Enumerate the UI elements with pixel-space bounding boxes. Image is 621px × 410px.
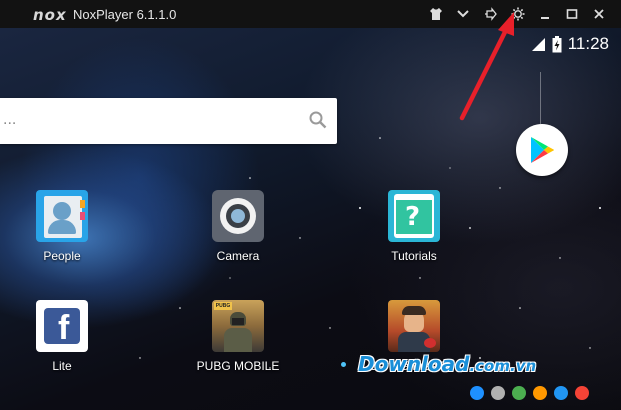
watermark-dot: [512, 386, 526, 400]
pubg-icon: PUBG: [212, 300, 264, 352]
maximize-icon: [566, 9, 578, 19]
signal-icon: [531, 38, 545, 51]
watermark-domain: .com.vn: [469, 357, 537, 375]
watermark-name: Download: [358, 352, 470, 376]
maximize-button[interactable]: [561, 3, 583, 25]
pin-icon: [485, 7, 497, 21]
minimize-button[interactable]: [534, 3, 556, 25]
nox-logo: nox: [33, 6, 67, 24]
window-title: NoxPlayer 6.1.1.0: [73, 7, 177, 22]
chevron-down-icon: [457, 10, 469, 18]
app-camera[interactable]: Camera: [193, 190, 283, 263]
play-store-icon: [531, 137, 554, 163]
close-button[interactable]: [588, 3, 610, 25]
app-people[interactable]: People: [17, 190, 107, 263]
dropdown-button[interactable]: [452, 3, 474, 25]
app-label: Tutorials: [391, 249, 437, 263]
search-icon[interactable]: [309, 111, 327, 129]
notification-line: [540, 72, 541, 124]
contacts-icon: [36, 190, 88, 242]
watermark-dot: [470, 386, 484, 400]
google-search-bar[interactable]: ...: [0, 98, 337, 144]
settings-button[interactable]: [507, 3, 529, 25]
theme-button[interactable]: [425, 3, 447, 25]
tutorials-icon: ?: [388, 190, 440, 242]
app-label: PUBG MOBILE: [196, 359, 280, 373]
app-tutorials[interactable]: ? Tutorials: [369, 190, 459, 263]
gear-icon: [511, 7, 525, 21]
facebook-icon: f: [36, 300, 88, 352]
watermark-dot: [491, 386, 505, 400]
app-lite[interactable]: f Lite: [17, 300, 107, 373]
battery-charging-icon: [552, 35, 562, 52]
watermark-dots: [470, 386, 589, 400]
status-bar: 11:28: [530, 34, 609, 54]
camera-icon: [212, 190, 264, 242]
close-icon: [594, 9, 604, 19]
app-label: Camera: [216, 249, 260, 263]
pin-button[interactable]: [480, 3, 502, 25]
app-pubg-mobile[interactable]: PUBG PUBG MOBILE: [193, 300, 283, 373]
play-store-button[interactable]: [516, 124, 568, 176]
watermark-dot: [575, 386, 589, 400]
app-label: People: [43, 249, 81, 263]
freefire-icon: [388, 300, 440, 352]
watermark-dot: [554, 386, 568, 400]
app-label: Lite: [52, 359, 72, 373]
search-placeholder: ...: [3, 111, 17, 128]
android-home-screen: 11:28 ... People Camera ? Tutorials f Li…: [0, 28, 621, 410]
minimize-icon: [541, 17, 549, 19]
new-app-dot: [341, 362, 346, 367]
watermark: Download.com.vn: [358, 352, 536, 376]
clock: 11:28: [567, 34, 609, 53]
title-bar: nox NoxPlayer 6.1.1.0: [0, 0, 621, 28]
watermark-dot: [533, 386, 547, 400]
shirt-icon: [430, 8, 442, 20]
